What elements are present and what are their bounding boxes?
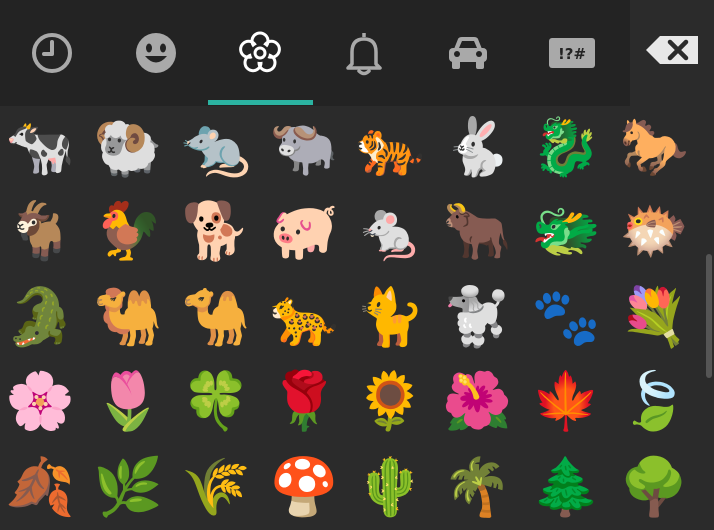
- emoji-key[interactable]: 🌾: [172, 446, 260, 530]
- backspace-button[interactable]: [644, 34, 700, 66]
- emoji-key[interactable]: 🍂: [0, 446, 84, 530]
- emoji-key[interactable]: 🌿: [84, 446, 172, 530]
- emoji-key[interactable]: 🐐: [0, 190, 84, 274]
- category-tab-bar: !?#: [0, 0, 630, 106]
- emoji-key[interactable]: 🐾: [522, 276, 610, 360]
- scrollbar[interactable]: [706, 254, 712, 378]
- emoji-key[interactable]: 🐫: [84, 276, 172, 360]
- emoji-key[interactable]: 🌺: [433, 360, 521, 444]
- emoji-key[interactable]: 🐇: [433, 106, 521, 190]
- emoji-key[interactable]: 🐖: [260, 190, 348, 274]
- emoji-key[interactable]: 💐: [610, 276, 698, 360]
- emoji-key[interactable]: 🌸: [0, 360, 84, 444]
- emoji-grid: 🐄 🐏 🐀 🐃 🐅 🐇 🐉 🐎 🐐 🐓 🐕 🐖 🐁 🐂 🐲 🐡 🐊 🐫 🐪 🐆 🐈 🐩 🐾 💐 🌸 🌷 🍀 🌹 🌻 🌺 🍁 🍃 🍂 🌿 🌾 🍄 🌵 🌴 🌲 🌳: [0, 106, 708, 528]
- emoji-key[interactable]: 🍁: [522, 360, 610, 444]
- emoji-key[interactable]: 🌳: [610, 446, 698, 530]
- emoji-key[interactable]: 🐪: [172, 276, 260, 360]
- flower-icon: [239, 31, 281, 73]
- emoji-key[interactable]: 🐂: [433, 190, 521, 274]
- tab-nature[interactable]: [208, 0, 312, 106]
- backspace-icon: [646, 36, 698, 64]
- symbols-icon: !?#: [549, 38, 595, 68]
- emoji-key[interactable]: 🐲: [522, 190, 610, 274]
- car-icon: [449, 37, 487, 69]
- tab-recent[interactable]: [0, 0, 104, 106]
- emoji-key[interactable]: 🐅: [346, 106, 434, 190]
- emoji-key[interactable]: 🐡: [610, 190, 698, 274]
- svg-text:!?#: !?#: [558, 45, 586, 63]
- emoji-key[interactable]: 🐄: [0, 106, 84, 190]
- tab-objects[interactable]: [312, 0, 416, 106]
- selected-tab-indicator: [208, 100, 313, 105]
- emoji-key[interactable]: 🌲: [522, 446, 610, 530]
- emoji-key[interactable]: 🌴: [433, 446, 521, 530]
- bell-icon: [346, 33, 382, 76]
- emoji-key[interactable]: 🌷: [84, 360, 172, 444]
- emoji-key[interactable]: 🌵: [346, 446, 434, 530]
- emoji-key[interactable]: 🐉: [522, 106, 610, 190]
- emoji-key[interactable]: 🐈: [346, 276, 434, 360]
- emoji-key[interactable]: 🐊: [0, 276, 84, 360]
- tab-symbols[interactable]: !?#: [520, 0, 624, 106]
- emoji-key[interactable]: 🌹: [260, 360, 348, 444]
- smiley-icon: [136, 33, 176, 73]
- emoji-key[interactable]: 🌻: [346, 360, 434, 444]
- emoji-key[interactable]: 🐓: [84, 190, 172, 274]
- emoji-key[interactable]: 🐕: [172, 190, 260, 274]
- emoji-key[interactable]: 🐀: [172, 106, 260, 190]
- emoji-key[interactable]: 🐁: [346, 190, 434, 274]
- emoji-key[interactable]: 🐩: [433, 276, 521, 360]
- emoji-key[interactable]: 🍄: [260, 446, 348, 530]
- emoji-key[interactable]: 🐏: [84, 106, 172, 190]
- emoji-key[interactable]: 🐃: [260, 106, 348, 190]
- emoji-key[interactable]: 🐆: [260, 276, 348, 360]
- emoji-key[interactable]: 🐎: [610, 106, 698, 190]
- tab-smileys[interactable]: [104, 0, 208, 106]
- emoji-key[interactable]: 🍃: [610, 360, 698, 444]
- emoji-key[interactable]: 🍀: [172, 360, 260, 444]
- tab-places[interactable]: [416, 0, 520, 106]
- clock-icon: [32, 33, 72, 73]
